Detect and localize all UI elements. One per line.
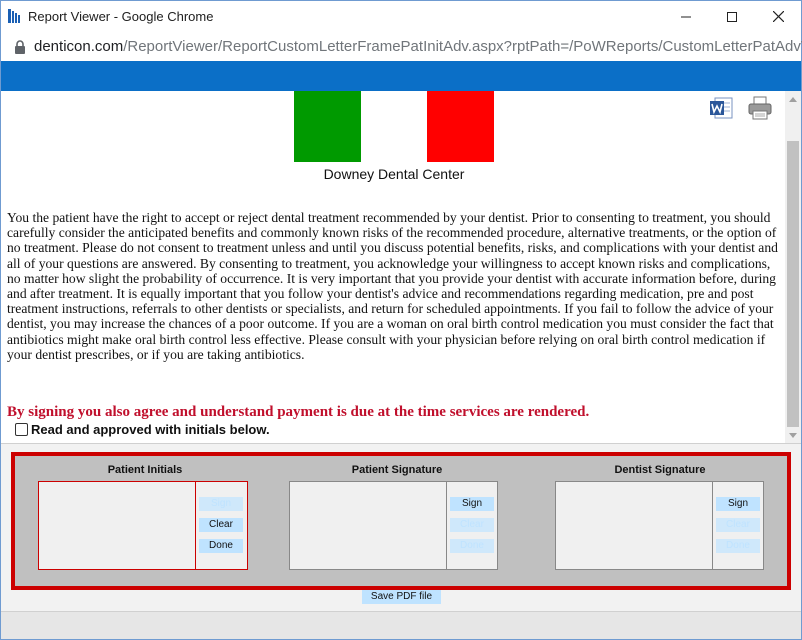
logo-green-block xyxy=(294,91,361,162)
scroll-down-button[interactable] xyxy=(785,427,801,443)
patient-signature-done-button[interactable]: Done xyxy=(450,539,494,553)
save-pdf-button[interactable]: Save PDF file xyxy=(362,590,441,604)
patient-initials-buttons: Sign Clear Done xyxy=(196,482,247,569)
scroll-thumb[interactable] xyxy=(787,141,799,427)
url-domain: denticon.com xyxy=(34,38,124,55)
practice-name: Downey Dental Center xyxy=(323,166,465,182)
consent-paragraph: You the patient have the right to accept… xyxy=(7,210,778,362)
patient-signature-title: Patient Signature xyxy=(351,464,443,476)
maximize-icon xyxy=(727,11,737,22)
close-button[interactable] xyxy=(755,1,801,32)
signature-area: Patient Initials Sign Clear Done Patient… xyxy=(1,443,801,611)
patient-signature-sign-button[interactable]: Sign xyxy=(450,497,494,511)
patient-initials-done-button[interactable]: Done xyxy=(199,539,243,553)
window-title: Report Viewer - Google Chrome xyxy=(28,9,214,24)
report-viewer: Downey Dental Center You the patient hav… xyxy=(1,91,801,443)
window-bottom-strip xyxy=(1,611,801,639)
dentist-signature-clear-button[interactable]: Clear xyxy=(716,518,760,532)
read-approved-label: Read and approved with initials below. xyxy=(31,422,270,437)
printer-icon[interactable] xyxy=(748,96,772,120)
patient-signature-canvas[interactable] xyxy=(290,482,447,569)
maximize-button[interactable] xyxy=(709,1,755,32)
minimize-icon xyxy=(681,16,691,17)
dentist-signature-buttons: Sign Clear Done xyxy=(713,482,763,569)
title-bar: Report Viewer - Google Chrome xyxy=(1,1,801,32)
arrow-up-icon xyxy=(789,96,797,102)
patient-initials-sign-button[interactable]: Sign xyxy=(199,497,243,511)
patient-initials-clear-button[interactable]: Clear xyxy=(199,518,243,532)
scroll-up-button[interactable] xyxy=(785,91,801,107)
read-approved-row[interactable]: Read and approved with initials below. xyxy=(15,422,270,437)
dentist-signature-done-button[interactable]: Done xyxy=(716,539,760,553)
dentist-signature-canvas[interactable] xyxy=(556,482,713,569)
logo-red-block xyxy=(427,91,494,162)
close-icon xyxy=(772,11,784,22)
dentist-signature-box: Sign Clear Done xyxy=(555,481,764,570)
read-approved-checkbox[interactable] xyxy=(15,423,28,436)
dentist-signature-title: Dentist Signature xyxy=(614,464,706,476)
arrow-down-icon xyxy=(789,432,797,438)
patient-initials-box: Sign Clear Done xyxy=(38,481,248,570)
vertical-scrollbar[interactable] xyxy=(785,91,801,443)
word-icon[interactable] xyxy=(710,97,733,119)
url-path: /ReportViewer/ReportCustomLetterFramePat… xyxy=(123,38,802,55)
patient-initials-canvas[interactable] xyxy=(39,482,196,569)
viewer-toolbar-banner xyxy=(1,61,801,91)
report-viewer-icon xyxy=(8,9,22,23)
browser-window: Report Viewer - Google Chrome denticon.c… xyxy=(0,0,802,640)
lock-icon xyxy=(14,40,26,59)
url-text[interactable]: denticon.com/ReportViewer/ReportCustomLe… xyxy=(34,38,802,55)
patient-initials-title: Patient Initials xyxy=(107,464,183,476)
patient-signature-buttons: Sign Clear Done xyxy=(447,482,497,569)
dentist-signature-sign-button[interactable]: Sign xyxy=(716,497,760,511)
payment-notice: By signing you also agree and understand… xyxy=(7,404,590,420)
address-bar[interactable]: denticon.com/ReportViewer/ReportCustomLe… xyxy=(1,32,802,61)
patient-signature-box: Sign Clear Done xyxy=(289,481,498,570)
signature-panel: Patient Initials Sign Clear Done Patient… xyxy=(11,452,791,590)
minimize-button[interactable] xyxy=(663,1,709,32)
patient-signature-clear-button[interactable]: Clear xyxy=(450,518,494,532)
